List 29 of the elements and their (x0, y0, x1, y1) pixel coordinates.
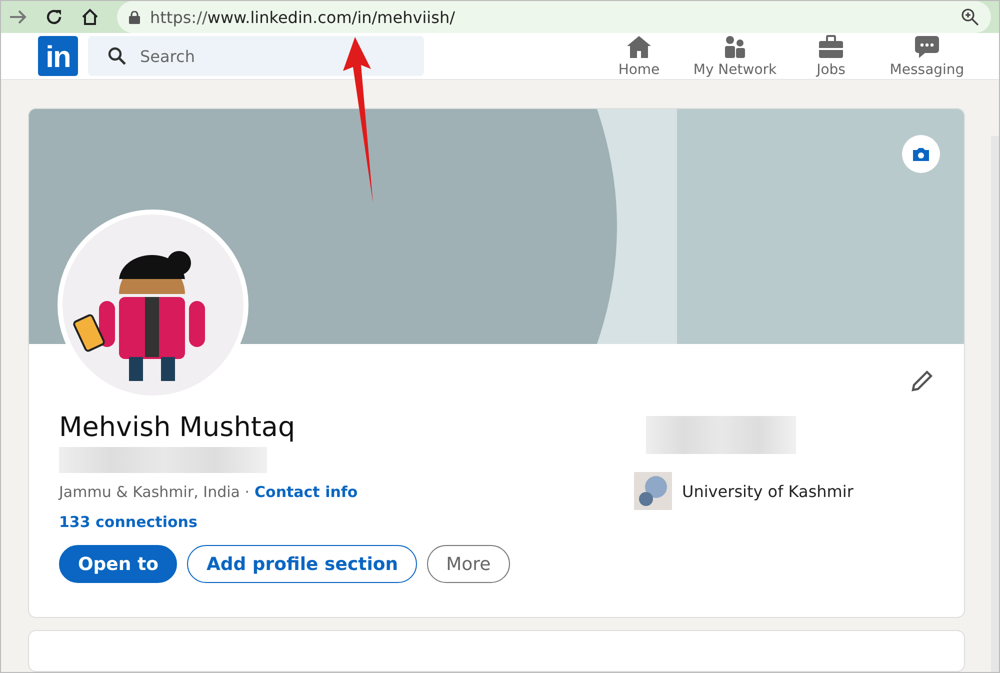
scrollbar[interactable] (991, 136, 999, 672)
nav-item[interactable]: Home (591, 34, 687, 78)
logo[interactable]: in (38, 36, 78, 76)
connections-link[interactable]: 133 connections (59, 513, 198, 531)
search-icon (108, 47, 126, 65)
camera-icon (912, 146, 930, 162)
reload-icon[interactable] (45, 8, 63, 26)
nav-item[interactable]: My Network (687, 34, 783, 78)
forward-arrow-icon[interactable] (9, 9, 27, 25)
url-text: www.linkedin.com/in/mehviish/ (207, 8, 455, 26)
profile-button[interactable]: More (427, 545, 510, 583)
zoom-icon[interactable] (961, 8, 979, 26)
home-icon (626, 34, 652, 58)
contact-info-link[interactable]: Contact info (254, 483, 358, 501)
edit-pencil-icon[interactable] (910, 369, 934, 393)
people-icon (722, 34, 748, 58)
url-text: https:// (150, 8, 208, 26)
home-icon[interactable] (81, 8, 99, 26)
school-logo (634, 472, 672, 510)
address-bar[interactable]: https://www.linkedin.com/in/mehviish/ (117, 1, 991, 33)
profile-button[interactable]: Add profile section (187, 545, 418, 583)
location-text: Jammu & Kashmir, India · (59, 483, 250, 501)
search-field[interactable]: Search (88, 36, 424, 76)
nav-item[interactable]: Jobs (783, 34, 879, 78)
profile-button[interactable]: Open to (59, 545, 178, 583)
lock-icon (129, 10, 140, 24)
profile-name: Mehvish Mushtaq (59, 412, 296, 443)
nav-item[interactable]: Messaging (879, 34, 975, 78)
education-text: University of Kashmir (682, 482, 854, 500)
